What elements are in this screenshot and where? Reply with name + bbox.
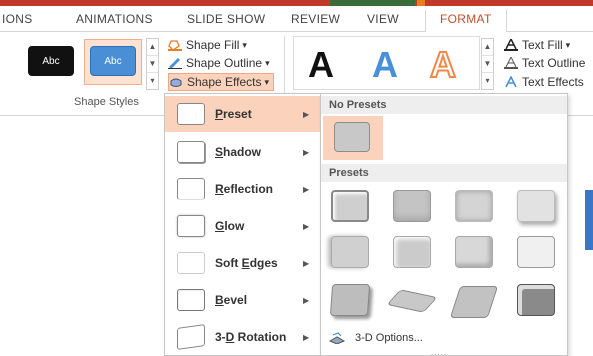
shape-style-blue[interactable]: Abc	[90, 46, 136, 76]
preset-tile-4[interactable]	[517, 190, 555, 222]
preset-tile-5[interactable]	[331, 236, 369, 268]
chevron-down-icon[interactable]: ▼	[147, 56, 158, 73]
3d-options-label: 3-D Options...	[355, 332, 423, 344]
more-icon[interactable]: ▾	[482, 73, 493, 90]
tab-slide-show[interactable]: SLIDE SHOW	[187, 12, 265, 26]
tab-animations-partial[interactable]: IONS	[2, 12, 33, 26]
shape-effects-icon	[170, 78, 182, 87]
menu-item-label: Preset	[215, 107, 252, 121]
shape-outline-button[interactable]: Shape Outline ▾	[168, 54, 270, 72]
menu-item-label: Reflection	[215, 182, 274, 196]
chevron-right-icon: ▶	[303, 109, 310, 119]
tab-view[interactable]: VIEW	[367, 12, 399, 26]
text-fill-label: Text Fill	[522, 38, 563, 52]
chevron-right-icon: ▶	[303, 295, 310, 305]
menu-item-reflection[interactable]: Reflection ▶	[165, 171, 320, 207]
preset-submenu: No Presets Presets 3-D Options... .....	[320, 93, 568, 356]
preset-icon	[177, 103, 205, 125]
shape-styles-gallery-scroll[interactable]: ▲ ▼ ▾	[146, 38, 159, 90]
chevron-right-icon: ▶	[303, 147, 310, 157]
shape-effects-button[interactable]: Shape Effects ▾	[168, 73, 275, 91]
soft-edges-icon	[177, 252, 205, 274]
shape-fill-caret: ▾	[242, 39, 247, 50]
preset-tile-12[interactable]	[517, 284, 555, 316]
shape-effects-menu: Preset ▶ Shadow ▶ Reflection ▶ Glow ▶ So…	[164, 93, 321, 356]
chevron-right-icon: ▶	[303, 332, 310, 342]
chevron-down-icon[interactable]: ▼	[482, 56, 493, 73]
menu-item-label: 3-D Rotation	[215, 330, 287, 344]
shape-outline-label: Shape Outline	[186, 56, 263, 70]
slide-edge	[585, 190, 593, 250]
wordart-style-orange-outline[interactable]: A	[429, 44, 457, 86]
tab-review[interactable]: REVIEW	[291, 12, 340, 26]
tab-animations[interactable]: ANIMATIONS	[76, 12, 153, 26]
shape-fill-button[interactable]: Shape Fill ▾	[168, 36, 247, 54]
preset-tile-8[interactable]	[517, 236, 555, 268]
menu-item-glow[interactable]: Glow ▶	[165, 208, 320, 244]
menu-item-3d-rotation[interactable]: 3-D Rotation ▶	[165, 319, 320, 355]
shape-effects-label: Shape Effects	[187, 75, 262, 89]
no-presets-header: No Presets	[321, 96, 567, 114]
shadow-icon	[177, 141, 205, 163]
menu-item-soft-edges[interactable]: Soft Edges ▶	[165, 245, 320, 281]
preset-tile-7[interactable]	[455, 236, 493, 268]
3d-options-icon	[329, 332, 345, 344]
presets-header: Presets	[321, 164, 567, 182]
chevron-right-icon: ▶	[303, 258, 310, 268]
shape-outline-caret: ▾	[265, 57, 270, 68]
pencil-icon	[168, 58, 182, 69]
resize-grip[interactable]: .....	[431, 348, 447, 356]
bevel-icon	[177, 289, 205, 311]
menu-item-label: Bevel	[215, 293, 248, 307]
menu-item-label: Glow	[215, 219, 245, 233]
wordart-style-black[interactable]: A	[308, 45, 334, 85]
no-preset-tile[interactable]	[323, 116, 383, 160]
more-icon[interactable]: ▾	[147, 73, 158, 90]
preset-tile-9[interactable]	[329, 284, 371, 316]
preset-tile-10[interactable]	[386, 289, 438, 313]
preset-tile-2[interactable]	[393, 190, 431, 222]
preset-tile-6[interactable]	[393, 236, 431, 268]
preset-tile-1[interactable]	[331, 190, 369, 222]
3d-rotation-icon	[177, 324, 205, 350]
chevron-right-icon: ▶	[303, 221, 310, 231]
text-effects-button[interactable]: Text Effects	[504, 73, 584, 91]
preset-tile-3[interactable]	[455, 190, 493, 222]
shape-effects-caret: ▾	[264, 76, 270, 87]
glow-icon	[177, 215, 205, 237]
text-outline-icon	[504, 57, 518, 69]
chevron-up-icon[interactable]: ▲	[147, 39, 158, 56]
chevron-right-icon: ▶	[303, 184, 310, 194]
menu-item-label: Shadow	[215, 145, 262, 159]
text-outline-label: Text Outline	[522, 56, 586, 70]
menu-item-bevel[interactable]: Bevel ▶	[165, 282, 320, 318]
shape-style-dark[interactable]: Abc	[28, 46, 74, 76]
wordart-gallery: A A A	[293, 36, 480, 90]
reflection-icon	[177, 178, 205, 200]
text-effects-label: Text Effects	[522, 75, 584, 89]
text-fill-caret: ▾	[565, 39, 571, 50]
no-preset-icon	[334, 122, 370, 152]
shape-styles-group-label: Shape Styles	[74, 96, 139, 108]
menu-item-shadow[interactable]: Shadow ▶	[165, 134, 320, 170]
3d-options-item[interactable]: 3-D Options...	[329, 332, 423, 344]
tab-format[interactable]: FORMAT	[425, 10, 507, 32]
chevron-up-icon[interactable]: ▲	[482, 39, 493, 56]
preset-tile-11[interactable]	[449, 286, 499, 318]
ribbon-tabs: IONS ANIMATIONS SLIDE SHOW REVIEW VIEW F…	[0, 6, 593, 32]
menu-item-preset[interactable]: Preset ▶	[165, 96, 320, 132]
wordart-gallery-scroll[interactable]: ▲ ▼ ▾	[481, 38, 494, 90]
menu-item-label: Soft Edges	[215, 256, 278, 270]
text-fill-button[interactable]: Text Fill ▾	[504, 36, 570, 54]
shape-fill-label: Shape Fill	[186, 38, 240, 52]
text-fill-icon	[504, 39, 518, 51]
text-effects-icon	[505, 76, 517, 88]
text-outline-button[interactable]: Text Outline	[504, 54, 585, 72]
paint-bucket-icon	[168, 40, 182, 51]
wordart-style-blue[interactable]: A	[372, 45, 398, 85]
